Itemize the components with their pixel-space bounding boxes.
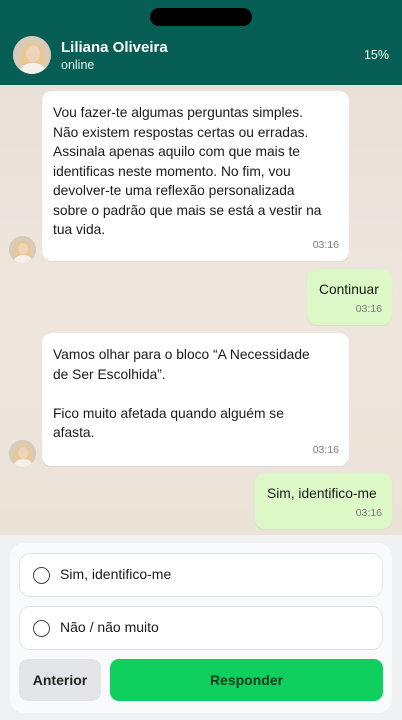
message-time: 03:16 xyxy=(355,302,382,315)
contact-name: Liliana Oliveira xyxy=(61,39,168,56)
radio-icon[interactable] xyxy=(33,620,50,637)
contact-avatar-icon[interactable] xyxy=(13,36,51,74)
progress-indicator: 15% xyxy=(363,48,389,62)
contact-status: online xyxy=(61,58,95,72)
answer-option-yes[interactable]: Sim, identifico-me xyxy=(19,553,383,597)
message-text: Vou fazer-te algumas perguntas simples. … xyxy=(53,105,322,237)
contact-avatar-icon xyxy=(9,440,36,467)
message-time: 03:16 xyxy=(355,506,382,519)
option-label: Não / não muito xyxy=(60,619,159,635)
message-time: 03:16 xyxy=(312,238,339,251)
message-text: Continuar xyxy=(319,282,379,297)
answer-option-no[interactable]: Não / não muito xyxy=(19,606,383,650)
option-label: Sim, identifico-me xyxy=(60,566,172,582)
chat-header: Liliana Oliveira online 15% xyxy=(0,0,402,85)
message-bubble-incoming: Vou fazer-te algumas perguntas simples. … xyxy=(42,91,349,261)
message-bubble-outgoing: Continuar 03:16 xyxy=(307,269,392,325)
chat-area[interactable]: Vou fazer-te algumas perguntas simples. … xyxy=(0,85,402,535)
message-text: Sim, identifico-me xyxy=(267,486,377,501)
contact-avatar-icon xyxy=(9,236,36,263)
phone-notch xyxy=(150,8,252,26)
radio-icon[interactable] xyxy=(33,567,50,584)
message-time: 03:16 xyxy=(312,443,339,456)
message-text: Vamos olhar para o bloco “A Necessidade … xyxy=(53,347,310,440)
answer-panel: Sim, identifico-me Não / não muito Anter… xyxy=(0,535,402,720)
message-bubble-outgoing: Sim, identifico-me 03:16 xyxy=(255,473,392,529)
message-bubble-incoming: Vamos olhar para o bloco “A Necessidade … xyxy=(42,333,349,466)
submit-button[interactable]: Responder xyxy=(110,659,383,701)
previous-button[interactable]: Anterior xyxy=(19,659,101,701)
